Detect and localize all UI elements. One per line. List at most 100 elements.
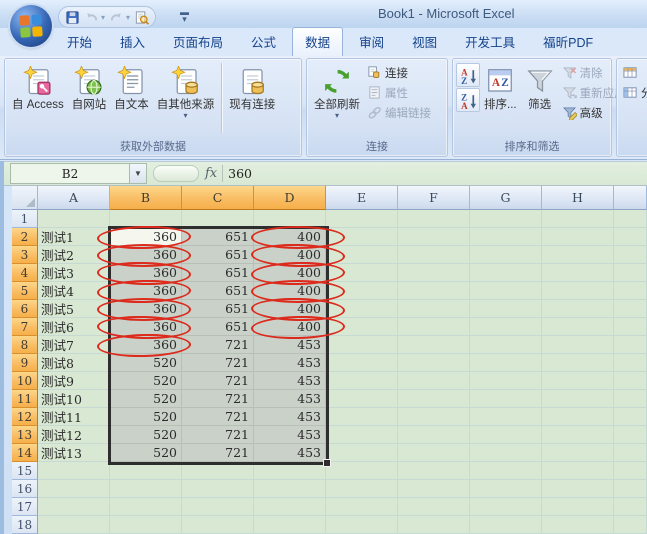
column-header-A[interactable]: A: [38, 186, 110, 210]
insert-function-icon[interactable]: fx: [205, 166, 217, 181]
cell-B16[interactable]: [110, 480, 182, 498]
cell-D15[interactable]: [254, 462, 326, 480]
cell-B15[interactable]: [110, 462, 182, 480]
cell-D18[interactable]: [254, 516, 326, 534]
row-header-10[interactable]: 10: [12, 372, 38, 390]
column-header-E[interactable]: E: [326, 186, 398, 210]
cell-G12[interactable]: [470, 408, 542, 426]
cell-D4[interactable]: 400: [254, 264, 326, 282]
cell-D16[interactable]: [254, 480, 326, 498]
cell-B9[interactable]: 520: [110, 354, 182, 372]
cell-C12[interactable]: 721: [182, 408, 254, 426]
column-header-F[interactable]: F: [398, 186, 470, 210]
cell-C1[interactable]: [182, 210, 254, 228]
cell-D17[interactable]: [254, 498, 326, 516]
tab-8[interactable]: 开发工具: [453, 28, 527, 56]
cell-C9[interactable]: 721: [182, 354, 254, 372]
row-header-18[interactable]: 18: [12, 516, 38, 534]
cell-G15[interactable]: [470, 462, 542, 480]
cell-E7[interactable]: [326, 318, 398, 336]
save-button[interactable]: [65, 10, 80, 25]
cell-F9[interactable]: [398, 354, 470, 372]
cell-E16[interactable]: [326, 480, 398, 498]
cell-H4[interactable]: [542, 264, 614, 282]
cell-E4[interactable]: [326, 264, 398, 282]
office-button[interactable]: [10, 5, 52, 47]
cell-G6[interactable]: [470, 300, 542, 318]
排序...-button[interactable]: A Z 排序...: [480, 61, 521, 115]
cell-G11[interactable]: [470, 390, 542, 408]
fill-handle[interactable]: [323, 459, 331, 467]
cell-B4[interactable]: 360: [110, 264, 182, 282]
cell-H10[interactable]: [542, 372, 614, 390]
cell-C11[interactable]: 721: [182, 390, 254, 408]
cell-E12[interactable]: [326, 408, 398, 426]
cell-A12[interactable]: 测试11: [38, 408, 110, 426]
cell-A13[interactable]: 测试12: [38, 426, 110, 444]
cell-F3[interactable]: [398, 246, 470, 264]
cell-D12[interactable]: 453: [254, 408, 326, 426]
cell-B1[interactable]: [110, 210, 182, 228]
cell-A14[interactable]: 测试13: [38, 444, 110, 462]
row-header-7[interactable]: 7: [12, 318, 38, 336]
tab-7[interactable]: 视图: [400, 28, 449, 56]
cell-G10[interactable]: [470, 372, 542, 390]
sort-ascending-button[interactable]: AZ: [456, 63, 480, 87]
cell-G2[interactable]: [470, 228, 542, 246]
cell-A11[interactable]: 测试10: [38, 390, 110, 408]
cell-G1[interactable]: [470, 210, 542, 228]
cell-A6[interactable]: 测试5: [38, 300, 110, 318]
cell-E18[interactable]: [326, 516, 398, 534]
column-header-G[interactable]: G: [470, 186, 542, 210]
cell-F6[interactable]: [398, 300, 470, 318]
cell-H12[interactable]: [542, 408, 614, 426]
formula-input[interactable]: 360: [228, 166, 252, 181]
cell-H8[interactable]: [542, 336, 614, 354]
tab-6[interactable]: 审阅: [347, 28, 396, 56]
cell-H18[interactable]: [542, 516, 614, 534]
cell-D3[interactable]: 400: [254, 246, 326, 264]
分-button[interactable]: 分: [620, 83, 647, 102]
cell-H7[interactable]: [542, 318, 614, 336]
cell-D9[interactable]: 453: [254, 354, 326, 372]
cell-E15[interactable]: [326, 462, 398, 480]
row-header-16[interactable]: 16: [12, 480, 38, 498]
cell-B11[interactable]: 520: [110, 390, 182, 408]
cell-H9[interactable]: [542, 354, 614, 372]
cell-H15[interactable]: [542, 462, 614, 480]
cell-H1[interactable]: [542, 210, 614, 228]
cell-F7[interactable]: [398, 318, 470, 336]
cell-D7[interactable]: 400: [254, 318, 326, 336]
cell-E1[interactable]: [326, 210, 398, 228]
print-preview-button[interactable]: [134, 10, 150, 25]
cell-H14[interactable]: [542, 444, 614, 462]
cell-D13[interactable]: 453: [254, 426, 326, 444]
cell-D10[interactable]: 453: [254, 372, 326, 390]
cell-A15[interactable]: [38, 462, 110, 480]
cell-E3[interactable]: [326, 246, 398, 264]
cell-F1[interactable]: [398, 210, 470, 228]
自文本-button[interactable]: 自文本: [110, 61, 153, 115]
tab-5[interactable]: 数据: [292, 27, 344, 56]
cell-H16[interactable]: [542, 480, 614, 498]
cell-G4[interactable]: [470, 264, 542, 282]
cell-H2[interactable]: [542, 228, 614, 246]
cell-C10[interactable]: 721: [182, 372, 254, 390]
cell-B13[interactable]: 520: [110, 426, 182, 444]
cell-G5[interactable]: [470, 282, 542, 300]
cell-E9[interactable]: [326, 354, 398, 372]
cell-C4[interactable]: 651: [182, 264, 254, 282]
cell-D14[interactable]: 453: [254, 444, 326, 462]
cell-G18[interactable]: [470, 516, 542, 534]
cell-E6[interactable]: [326, 300, 398, 318]
cell-A17[interactable]: [38, 498, 110, 516]
cell-F17[interactable]: [398, 498, 470, 516]
name-box[interactable]: B2: [10, 163, 130, 184]
cell-E14[interactable]: [326, 444, 398, 462]
cell-A5[interactable]: 测试4: [38, 282, 110, 300]
select-all-corner[interactable]: [12, 186, 38, 210]
row-header-12[interactable]: 12: [12, 408, 38, 426]
table1-button[interactable]: [620, 63, 647, 82]
cell-E2[interactable]: [326, 228, 398, 246]
row-header-15[interactable]: 15: [12, 462, 38, 480]
